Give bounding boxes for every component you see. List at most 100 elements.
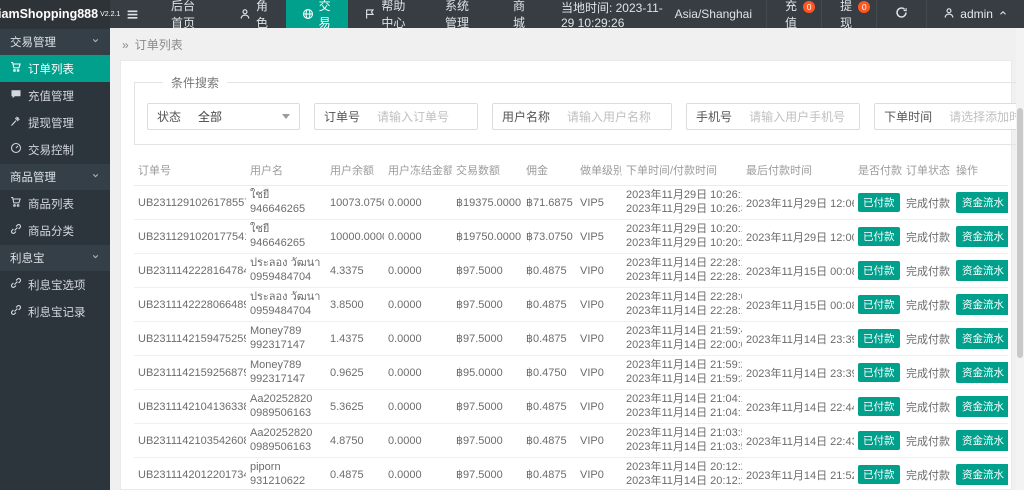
order-no-cell: UB2311291026178557: [134, 185, 246, 220]
column-header: 订单号: [134, 155, 246, 186]
sidebar-item-recharge[interactable]: 充值管理: [0, 82, 110, 109]
link-icon: [10, 223, 22, 238]
frozen-cell: 0.0000: [384, 287, 452, 322]
nav-item-label: 后台首页: [171, 0, 196, 30]
sidebar-item-interest-options[interactable]: 利息宝选项: [0, 271, 110, 298]
nav-item-trade[interactable]: 交易: [285, 0, 349, 30]
sidebar-item-goods-category[interactable]: 商品分类: [0, 217, 110, 244]
column-header: 佣金: [522, 155, 576, 186]
sidebar-item-goods-list[interactable]: 商品列表: [0, 190, 110, 217]
last-pay-time-cell: 2023年11月15日 00:08:06: [742, 287, 854, 322]
action-cell: 资金流水: [952, 389, 1008, 424]
balance-cell: 4.3375: [326, 253, 384, 288]
fund-flow-button[interactable]: 资金流水: [956, 192, 1008, 213]
fund-flow-button[interactable]: 资金流水: [956, 362, 1008, 383]
nav-item-system[interactable]: 系统管理: [429, 0, 497, 30]
recharge-notice[interactable]: 充值 0: [765, 0, 821, 30]
globe-icon: [302, 8, 314, 20]
order-pay-time-cell: 2023年11月14日 21:04:13 2023年11月14日 21:04:18: [622, 389, 742, 424]
status-label: 状态: [157, 110, 182, 124]
fund-flow-button[interactable]: 资金流水: [956, 430, 1008, 451]
order-pay-time-cell: 2023年11月29日 10:20:17 2023年11月29日 10:20:21: [622, 219, 742, 254]
order-status-cell: 完成付款: [902, 423, 952, 458]
nav-item-mall[interactable]: 商城: [497, 0, 547, 30]
vertical-scrollbar[interactable]: [1016, 28, 1024, 490]
user-name-input[interactable]: [559, 104, 672, 129]
paid-cell: 已付款: [854, 423, 902, 458]
paid-status-badge: 已付款: [858, 193, 900, 212]
fund-flow-button[interactable]: 资金流水: [956, 226, 1008, 247]
amount-cell: ฿95.0000: [452, 355, 522, 390]
phone-input[interactable]: [741, 104, 860, 129]
table-row: UB2311142104136338 Aa20252820 0989506163 5.…: [134, 389, 1008, 424]
paid-status-badge: 已付款: [858, 465, 900, 484]
column-header: 最后付款时间: [742, 155, 854, 186]
orders-panel: 条件搜索 状态 全部 订单号 用户名称 手机号: [120, 60, 1024, 490]
commission-cell: ฿73.0750: [522, 219, 576, 254]
paid-status-badge: 已付款: [858, 261, 900, 280]
amount-cell: ฿97.5000: [452, 423, 522, 458]
sidebar-item-label: 订单列表: [28, 63, 74, 76]
sidebar-item-label: 利息宝记录: [28, 306, 86, 319]
withdraw-notice[interactable]: 提现 0: [821, 0, 876, 30]
refresh-button[interactable]: [876, 0, 926, 28]
sidebar-item-interest-records[interactable]: 利息宝记录: [0, 298, 110, 325]
last-pay-time-cell: 2023年11月29日 12:00:17: [742, 219, 854, 254]
nav-item-roles[interactable]: 角色: [223, 0, 286, 30]
user-cell: piporn 931210622: [246, 457, 326, 490]
order-no-input[interactable]: [369, 104, 478, 129]
link-icon: [10, 277, 22, 292]
gavel-icon: [10, 115, 22, 130]
order-time-input[interactable]: [941, 104, 1024, 129]
fund-flow-button[interactable]: 资金流水: [956, 294, 1008, 315]
order-status-cell: 完成付款: [902, 389, 952, 424]
local-time-text: 当地时间: 2023-11-29 10:29:26: [560, 0, 663, 30]
user-name-field: 用户名称: [492, 103, 673, 130]
cart-icon: [10, 61, 22, 76]
sidebar-item-order-list[interactable]: 订单列表: [0, 55, 110, 82]
commission-cell: ฿71.6875: [522, 185, 576, 220]
nav-item-label: 帮助中心: [381, 0, 406, 30]
status-value: 全部: [198, 110, 223, 124]
last-pay-time-cell: 2023年11月14日 22:43:54: [742, 423, 854, 458]
order-pay-time-cell: 2023年11月14日 22:28:16 2023年11月14日 22:28:18: [622, 253, 742, 288]
status-select[interactable]: 状态 全部: [147, 103, 301, 130]
fund-flow-button[interactable]: 资金流水: [956, 328, 1008, 349]
fund-flow-button[interactable]: 资金流水: [956, 396, 1008, 417]
column-header: 交易数额: [452, 155, 522, 186]
level-cell: VIP0: [576, 253, 622, 288]
brand-name: SiamShopping888: [0, 7, 99, 21]
phone-label: 手机号: [696, 110, 733, 124]
level-cell: VIP0: [576, 423, 622, 458]
nav-item-label: 系统管理: [445, 0, 470, 30]
amount-cell: ฿97.5000: [452, 321, 522, 356]
nav-item-help[interactable]: 帮助中心: [348, 0, 429, 30]
order-no-cell: UB2311142104136338: [134, 389, 246, 424]
balance-cell: 3.8500: [326, 287, 384, 322]
sidebar-group-label: 利息宝: [10, 253, 45, 265]
sidebar-group-goods[interactable]: 商品管理: [0, 164, 110, 190]
table-row: UB2311291026178557 ใชยี 946646265 10073.075…: [134, 185, 1008, 220]
table-row: UB2311142159256879 Money789 992317147 0.962…: [134, 355, 1008, 390]
main-content: » 订单列表 条件搜索 状态 全部 订单号 用户名称: [110, 28, 1024, 490]
user-cell: Money789 992317147: [246, 321, 326, 356]
paid-cell: 已付款: [854, 219, 902, 254]
sidebar-group-trade[interactable]: 交易管理: [0, 29, 110, 55]
sidebar-group-interest[interactable]: 利息宝: [0, 245, 110, 271]
breadcrumb-current: 订单列表: [134, 38, 183, 52]
user-cell: ประลอง วัฒนา 0959484704: [246, 253, 326, 288]
paid-cell: 已付款: [854, 321, 902, 356]
link-icon: [10, 304, 22, 319]
brand-logo[interactable]: SiamShopping888 V2.2.1: [0, 0, 120, 28]
nav-item-home[interactable]: 后台首页: [155, 0, 223, 30]
fund-flow-button[interactable]: 资金流水: [956, 464, 1008, 485]
level-cell: VIP0: [576, 321, 622, 356]
sidebar-toggle[interactable]: [110, 0, 155, 28]
sidebar-item-trade-control[interactable]: 交易控制: [0, 136, 110, 163]
user-menu[interactable]: admin: [926, 0, 1024, 28]
username-text: admin: [960, 7, 993, 21]
fund-flow-button[interactable]: 资金流水: [956, 260, 1008, 281]
sidebar-item-withdraw[interactable]: 提现管理: [0, 109, 110, 136]
scrollbar-thumb[interactable]: [1017, 108, 1023, 358]
frozen-cell: 0.0000: [384, 253, 452, 288]
